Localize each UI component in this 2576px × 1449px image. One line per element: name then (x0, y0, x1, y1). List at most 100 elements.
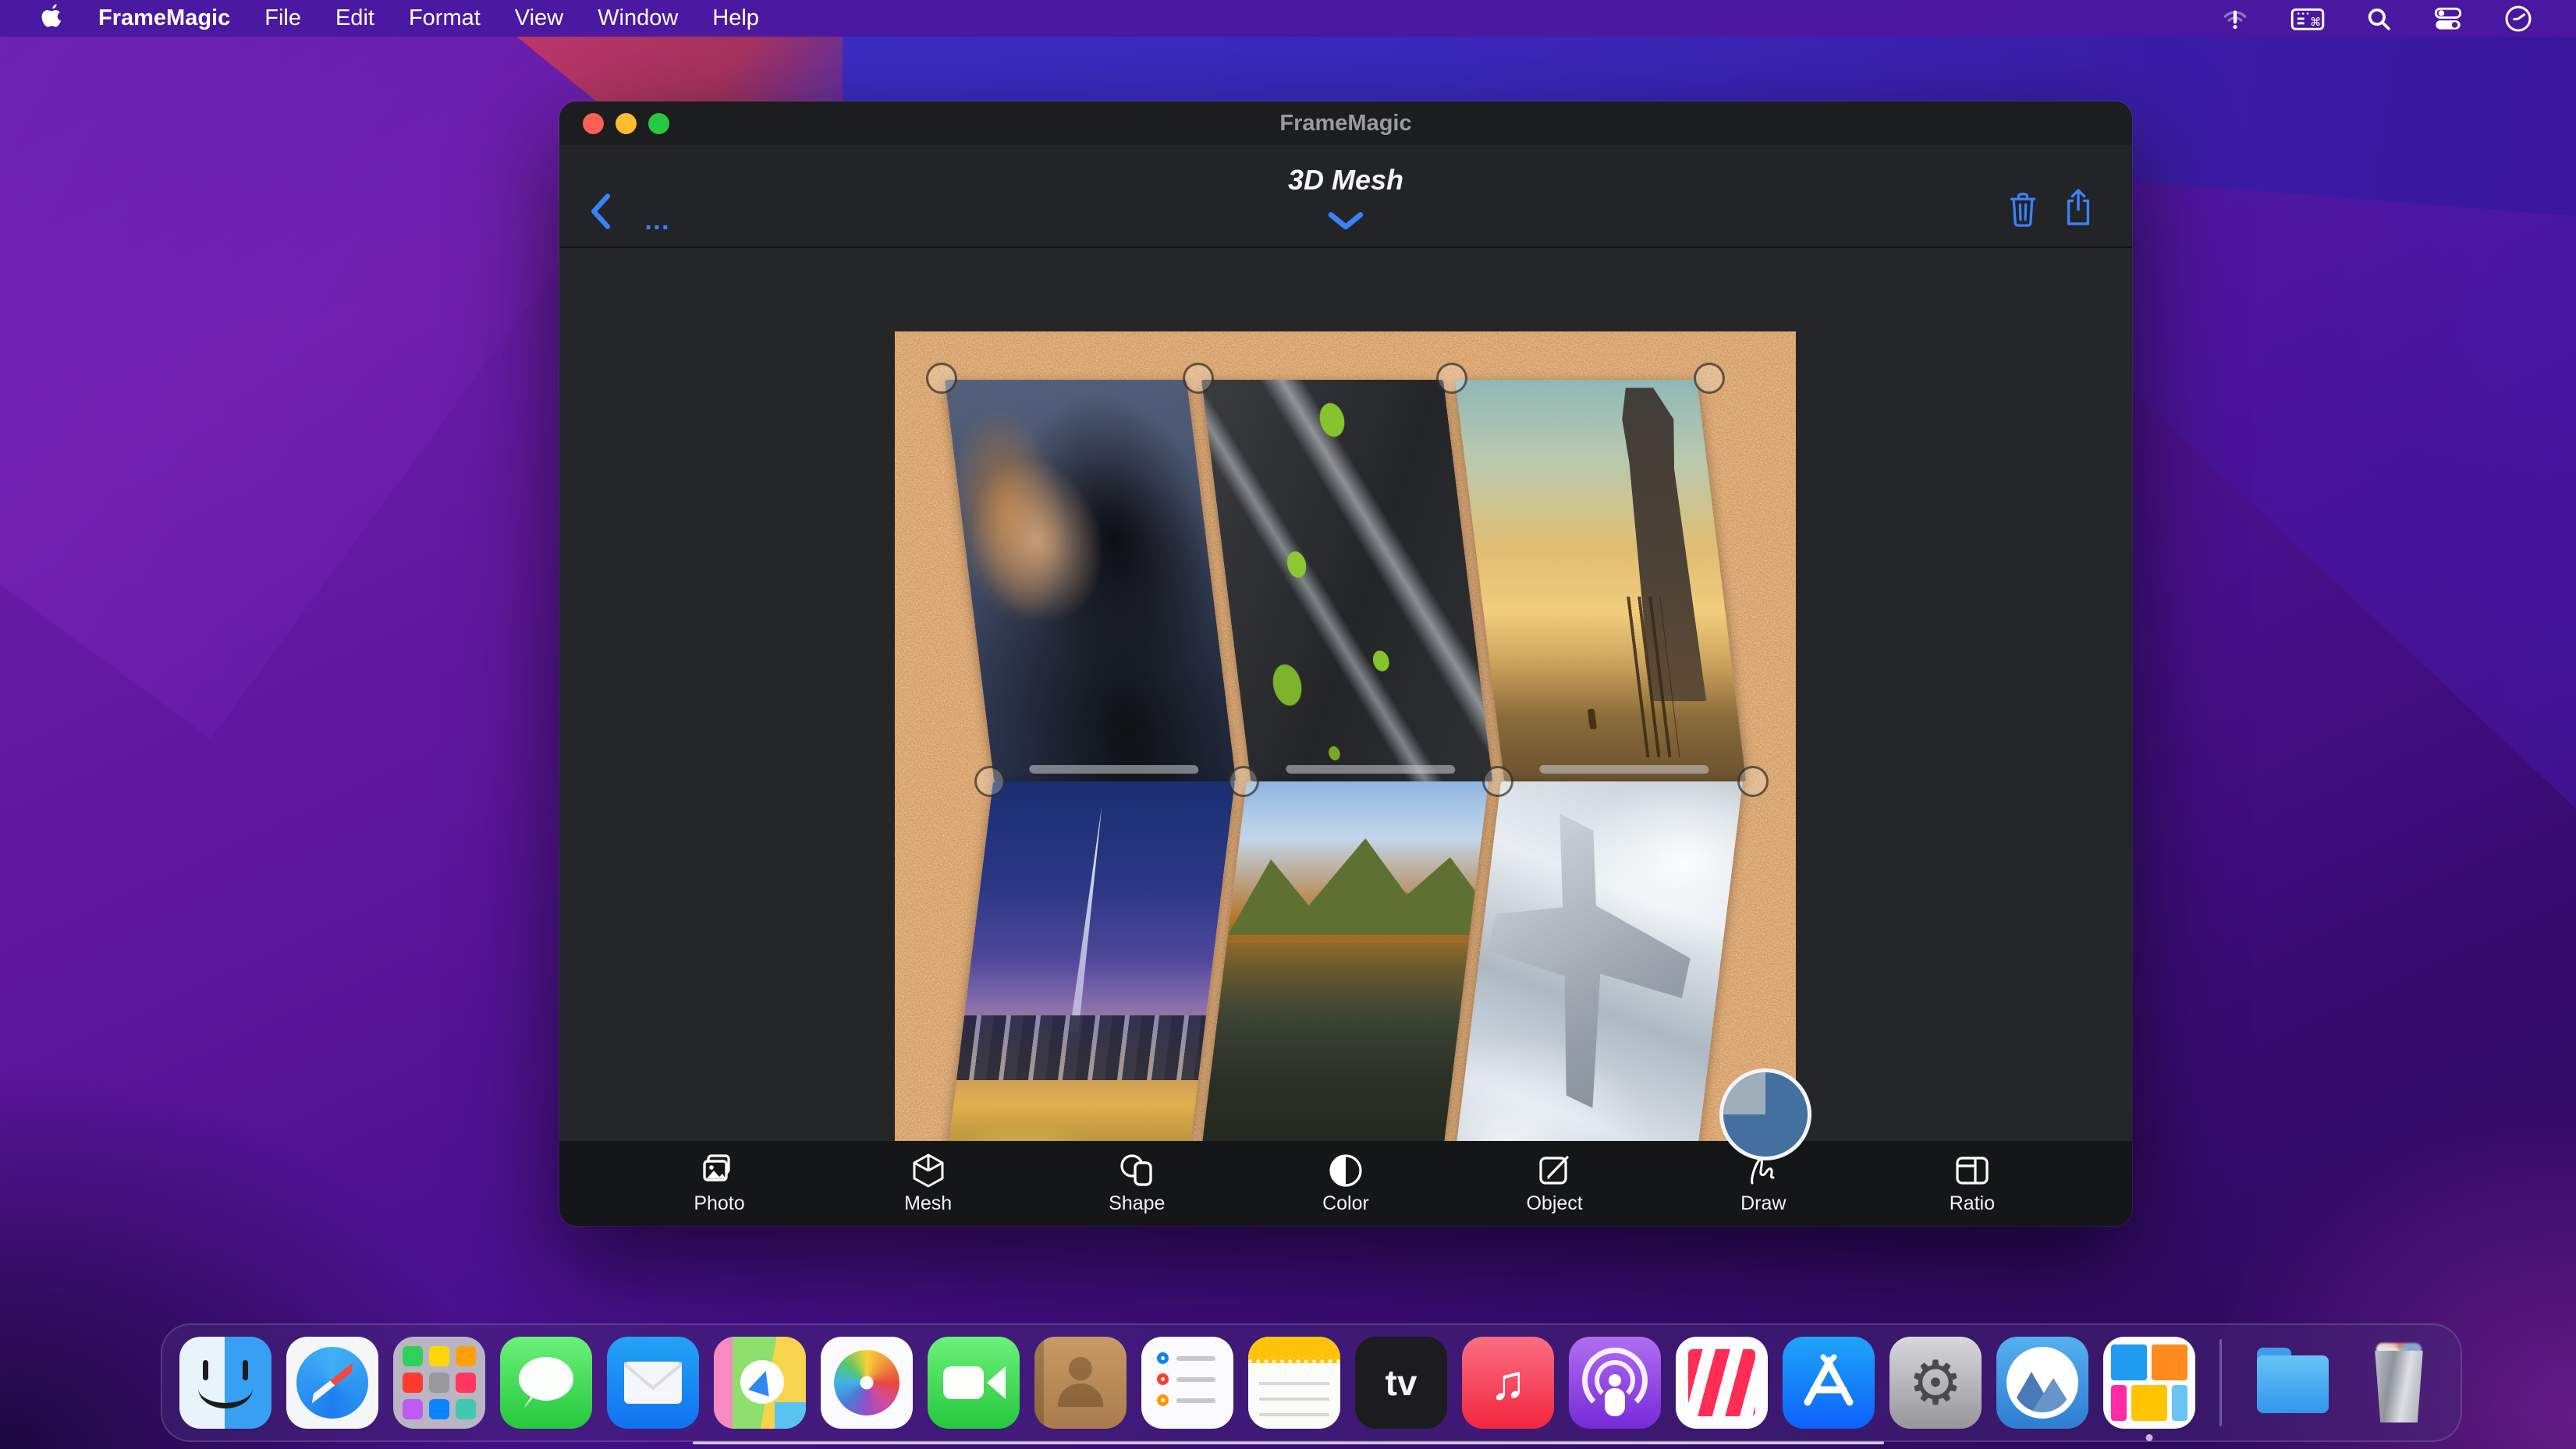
dock-divider (2219, 1339, 2222, 1426)
ratio-layout-icon (1953, 1152, 1991, 1189)
dock-icon-launchpad[interactable] (393, 1337, 485, 1429)
keyboard-viewer-icon[interactable]: ⌘ (2290, 5, 2325, 32)
tool-label: Shape (1109, 1192, 1165, 1215)
menu-bar: FrameMagic File Edit Format View Window … (0, 0, 2576, 37)
dock: tv ♫ ⚙ (161, 1323, 2462, 1442)
menu-view[interactable]: View (515, 5, 563, 31)
collage-photo[interactable] (1451, 781, 1743, 1185)
wifi-off-icon[interactable] (2220, 5, 2250, 32)
mesh-handle[interactable] (1737, 766, 1769, 797)
contacts-head (1069, 1357, 1092, 1380)
trash-icon[interactable] (2007, 190, 2038, 232)
dock-icon-messages[interactable] (500, 1337, 592, 1429)
menu-app-name[interactable]: FrameMagic (98, 5, 230, 31)
corner-resize-handle[interactable] (1719, 1068, 1811, 1160)
dock-icon-maps[interactable] (714, 1337, 806, 1429)
clock-icon[interactable] (2504, 5, 2532, 33)
mesh-handle[interactable] (1183, 363, 1214, 394)
dock-icon-downloads-folder[interactable] (2246, 1337, 2338, 1429)
photos-flower (834, 1350, 899, 1415)
dock-icon-mail[interactable] (607, 1337, 699, 1429)
dock-icon-trash[interactable] (2353, 1337, 2445, 1429)
tool-draw[interactable]: Draw (1720, 1152, 1806, 1215)
dock-icon-framemagic[interactable] (2103, 1337, 2195, 1429)
dock-icon-finder[interactable] (179, 1337, 271, 1429)
notes-line (1259, 1413, 1329, 1416)
mesh-handle[interactable] (1436, 363, 1467, 394)
facetime-camera (943, 1366, 984, 1399)
dock-icon-podcasts[interactable] (1569, 1337, 1661, 1429)
facetime-lens (987, 1366, 1006, 1399)
menu-edit[interactable]: Edit (335, 5, 374, 31)
mesh-handle[interactable] (926, 363, 957, 394)
podcasts-person (1609, 1374, 1621, 1387)
mesh-handle[interactable] (1228, 766, 1259, 797)
collage-photo[interactable] (1197, 781, 1488, 1185)
tool-object[interactable]: Object (1512, 1152, 1598, 1215)
dock-icon-facetime[interactable] (928, 1337, 1020, 1429)
window-title: FrameMagic (559, 111, 2132, 136)
dock-icon-news[interactable] (1676, 1337, 1768, 1429)
dock-icon-tv[interactable]: tv (1355, 1337, 1447, 1429)
dock-icon-music[interactable]: ♫ (1462, 1337, 1554, 1429)
tool-ratio[interactable]: Ratio (1929, 1152, 2015, 1215)
shape-icon (1118, 1152, 1155, 1189)
mesh-handle[interactable] (1694, 363, 1725, 394)
collage-photo[interactable] (945, 380, 1236, 781)
tool-color[interactable]: Color (1303, 1152, 1389, 1215)
chevron-down-icon[interactable] (1328, 212, 1364, 235)
tool-label: Color (1322, 1192, 1369, 1215)
menu-format[interactable]: Format (409, 5, 481, 31)
mesh-handle[interactable] (1482, 766, 1513, 797)
back-button[interactable] (587, 193, 614, 233)
mountain-icon (2031, 1378, 2075, 1412)
tool-label: Mesh (904, 1192, 952, 1215)
mesh-handle[interactable] (974, 766, 1006, 797)
cork-board[interactable] (895, 331, 1796, 1226)
tool-mesh[interactable]: Mesh (885, 1152, 971, 1215)
tool-label: Photo (694, 1192, 744, 1215)
mail-envelope (624, 1362, 682, 1404)
music-note-glyph: ♫ (1490, 1355, 1527, 1411)
menu-file[interactable]: File (264, 5, 301, 31)
resize-handle-quadrant (1723, 1072, 1765, 1114)
collage-photo[interactable] (1455, 380, 1746, 781)
apple-logo-icon (41, 2, 64, 30)
tool-shape[interactable]: Shape (1094, 1152, 1180, 1215)
title-bar[interactable]: FrameMagic (559, 101, 2132, 145)
control-center-icon[interactable] (2432, 5, 2464, 32)
photo-icon (701, 1152, 738, 1189)
tv-label: tv (1386, 1362, 1418, 1404)
photo-skyline (956, 1015, 1206, 1080)
podcasts-person-body (1605, 1388, 1625, 1416)
color-contrast-icon (1327, 1152, 1364, 1189)
dock-icon-notes[interactable] (1248, 1337, 1340, 1429)
menu-window[interactable]: Window (598, 5, 678, 31)
object-edit-icon (1536, 1152, 1574, 1189)
collage-photo[interactable] (943, 781, 1235, 1185)
share-icon[interactable] (2062, 187, 2095, 232)
search-icon[interactable] (2365, 5, 2392, 32)
dock-icon-peak-app[interactable] (1996, 1337, 2088, 1429)
maps-water (775, 1402, 806, 1429)
news-stripes (1688, 1349, 1755, 1416)
photo-figure (1588, 709, 1597, 729)
collage-photo[interactable] (1201, 380, 1492, 781)
trash-bin (2372, 1351, 2426, 1422)
apple-menu[interactable] (41, 2, 64, 36)
running-indicator (2146, 1434, 2153, 1441)
menu-help[interactable]: Help (712, 5, 759, 31)
gear-icon: ⚙ (1908, 1348, 1963, 1419)
more-button[interactable]: … (644, 206, 672, 236)
notes-line (1259, 1382, 1329, 1385)
dock-icon-photos[interactable] (821, 1337, 913, 1429)
dock-icon-reminders[interactable] (1141, 1337, 1233, 1429)
editor-canvas[interactable] (559, 248, 2132, 1141)
dock-icon-safari[interactable] (286, 1337, 378, 1429)
contacts-body (1058, 1383, 1103, 1407)
dock-icon-settings[interactable]: ⚙ (1889, 1337, 1982, 1429)
tool-photo[interactable]: Photo (676, 1152, 762, 1215)
tool-label: Draw (1740, 1192, 1786, 1215)
dock-icon-contacts[interactable] (1034, 1337, 1127, 1429)
dock-icon-appstore[interactable] (1783, 1337, 1875, 1429)
